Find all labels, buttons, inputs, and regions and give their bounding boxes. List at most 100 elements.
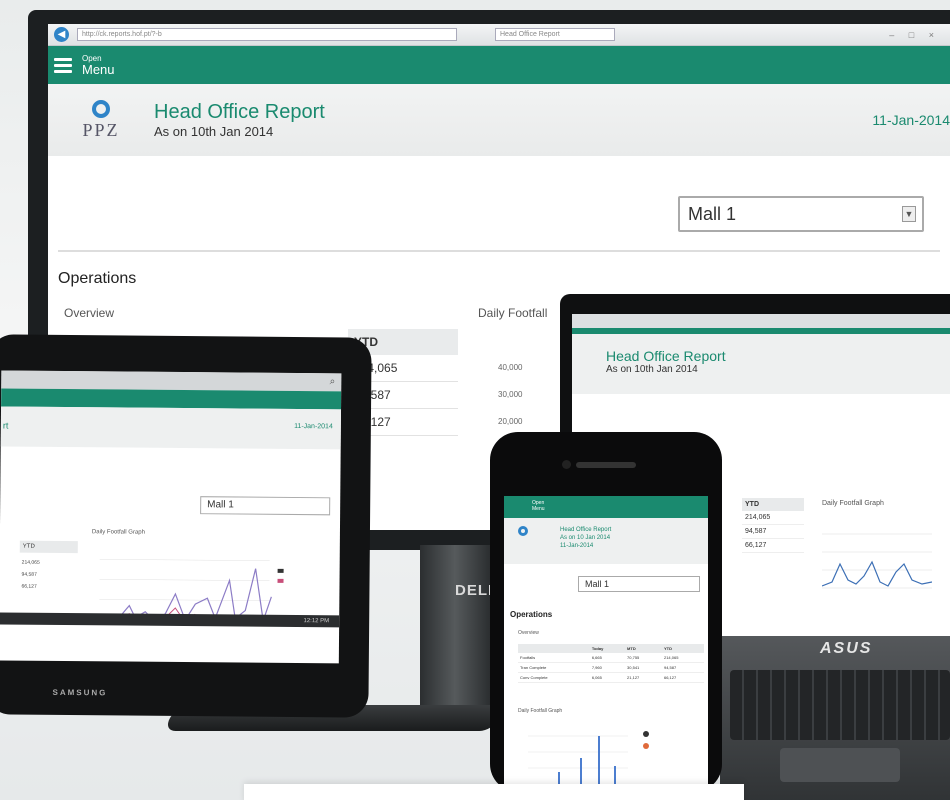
daily-footfall-label: Daily Footfall Graph xyxy=(91,529,145,536)
company-logo: PPZ xyxy=(76,99,126,141)
table-cell: 6,665 xyxy=(589,653,626,663)
table-cell: 214,065 xyxy=(21,559,40,566)
phone-app-header[interactable]: Open Menu xyxy=(504,496,708,518)
table-cell: 66,127 xyxy=(661,672,704,683)
tablet-status-bar: 12:12 PM xyxy=(0,612,340,628)
tablet-screen: ⌕ rt 11-Jan-2014 Mall 1 YTD 214,065 94,5… xyxy=(0,370,342,664)
back-arrow-icon[interactable]: ◀ xyxy=(54,27,69,42)
smartphone: Open Menu Head Office Report As on 10 Ja… xyxy=(490,432,722,792)
ytd-header: YTD xyxy=(19,540,78,554)
browser-toolbar: ◀ http://ck.reports.hof.pt/?-b Head Offi… xyxy=(48,24,950,46)
report-subtitle: As on 10 Jan 2014 xyxy=(560,535,611,541)
column-header: Today xyxy=(589,644,626,653)
tablet: ⌕ rt 11-Jan-2014 Mall 1 YTD 214,065 94,5… xyxy=(0,334,372,718)
chart-bar xyxy=(598,736,600,788)
ytd-table: YTD 214,065 94,587 66,127 xyxy=(742,498,804,553)
report-date: 11-Jan-2014 xyxy=(294,423,333,431)
laptop-browser-bar xyxy=(572,314,950,328)
chevron-down-icon[interactable]: ▼ xyxy=(902,206,916,222)
y-tick-label: 30,000 xyxy=(498,390,523,399)
table-cell: 66,127 xyxy=(742,539,804,553)
window-controls[interactable]: – □ × xyxy=(889,30,950,40)
table-cell: 66,127 xyxy=(21,583,37,590)
mall-select[interactable]: Mall 1 xyxy=(578,576,700,592)
bottom-card xyxy=(244,784,744,800)
overview-label: Overview xyxy=(518,630,539,636)
monitor-stand xyxy=(420,545,490,715)
daily-footfall-label: Daily Footfall Graph xyxy=(822,500,884,507)
table-cell: Footfalls xyxy=(518,653,590,663)
report-subtitle: As on 10th Jan 2014 xyxy=(606,364,698,375)
table-cell: 30,541 xyxy=(625,662,662,673)
logo-circle-icon xyxy=(92,99,110,118)
report-title: Head Office Report xyxy=(560,527,612,533)
table-row: Tran Complete 7,960 30,541 94,587 xyxy=(518,662,704,673)
table-cell: 21,127 xyxy=(625,672,662,683)
legend-swatch xyxy=(277,578,284,583)
mall-select-value: Mall 1 xyxy=(688,204,737,224)
table-cell: 70,755 xyxy=(625,653,662,663)
report-titles: Head Office Report As on 10 Jan 2014 11-… xyxy=(560,526,611,550)
table-row: Conv Complete 6,065 21,127 66,127 xyxy=(518,672,704,683)
address-bar[interactable]: http://ck.reports.hof.pt/?-b xyxy=(77,28,457,41)
mall-select[interactable]: Mall 1 xyxy=(200,496,331,516)
daily-footfall-label: Daily Footfall Graph xyxy=(518,708,563,714)
table-cell: 6,065 xyxy=(589,672,626,683)
section-divider xyxy=(58,250,940,252)
legend-dot xyxy=(643,731,649,737)
laptop-keyboard xyxy=(730,670,950,740)
laptop-brand-logo: ASUS xyxy=(820,640,873,657)
legend-swatch xyxy=(277,568,284,573)
laptop-touchpad xyxy=(780,748,900,782)
report-title: Head Office Report xyxy=(154,101,325,123)
tablet-brand-logo: SAMSUNG xyxy=(52,687,108,698)
table-cell: 94,587 xyxy=(742,525,804,539)
report-title-fragment: rt xyxy=(2,420,9,431)
y-tick-label: 20,000 xyxy=(498,417,523,426)
ytd-rows: 214,065 94,587 66,127 xyxy=(21,557,39,593)
report-titles: Head Office Report As on 10th Jan 2014 xyxy=(154,101,325,139)
browser-tab[interactable]: Head Office Report xyxy=(495,28,615,41)
report-header: PPZ Head Office Report As on 10th Jan 20… xyxy=(48,84,950,156)
footfall-bar-chart xyxy=(528,731,649,788)
tablet-report-header: rt 11-Jan-2014 xyxy=(0,406,342,450)
footfall-line-chart xyxy=(822,533,932,589)
table-cell: 7,960 xyxy=(589,662,626,673)
app-header: Open Menu xyxy=(48,46,950,84)
search-icon[interactable]: ⌕ xyxy=(330,376,336,387)
camera-icon xyxy=(562,460,571,469)
logo-text: PPZ xyxy=(82,119,120,140)
logo-circle-icon xyxy=(518,526,528,536)
table-cell: Conv Complete xyxy=(518,672,590,683)
report-subtitle: As on 10th Jan 2014 xyxy=(154,124,274,139)
phone-screen: Open Menu Head Office Report As on 10 Ja… xyxy=(504,496,708,792)
table-cell: 94,587 xyxy=(661,662,704,673)
menu-label: Menu xyxy=(532,506,545,512)
chart-y-axis: 40,000 30,000 20,000 xyxy=(498,354,522,435)
speaker-grille xyxy=(576,462,636,468)
ytd-header: YTD xyxy=(742,498,804,511)
hamburger-icon[interactable] xyxy=(54,57,72,73)
table-cell: 214,065 xyxy=(742,511,804,525)
column-header xyxy=(518,644,590,653)
table-cell: Tran Complete xyxy=(518,662,590,673)
menu-toggle[interactable]: Open Menu xyxy=(82,54,115,77)
table-row: Footfalls 6,665 70,755 214,065 xyxy=(518,653,704,663)
table-cell: 214,065 xyxy=(661,653,704,663)
legend-dot xyxy=(643,743,649,749)
table-cell: 94,587 xyxy=(21,571,37,578)
mall-select[interactable]: Mall 1 ▼ xyxy=(678,196,924,232)
series-line xyxy=(822,560,932,587)
table-header-row: Today MTD YTD xyxy=(518,644,704,653)
daily-footfall-label: Daily Footfall xyxy=(478,306,548,320)
report-date: 11-Jan-2014 xyxy=(560,543,594,549)
menu-label: Menu xyxy=(82,61,115,77)
operations-title: Operations xyxy=(58,270,137,287)
report-date: 11-Jan-2014 xyxy=(872,112,950,128)
overview-table: Today MTD YTD Footfalls 6,665 70,755 214… xyxy=(518,644,704,683)
report-title: Head Office Report xyxy=(606,348,726,364)
operations-title: Operations xyxy=(510,610,553,619)
column-header: YTD xyxy=(661,644,704,653)
phone-report-header: Head Office Report As on 10 Jan 2014 11-… xyxy=(504,518,708,564)
overview-label: Overview xyxy=(64,306,115,320)
